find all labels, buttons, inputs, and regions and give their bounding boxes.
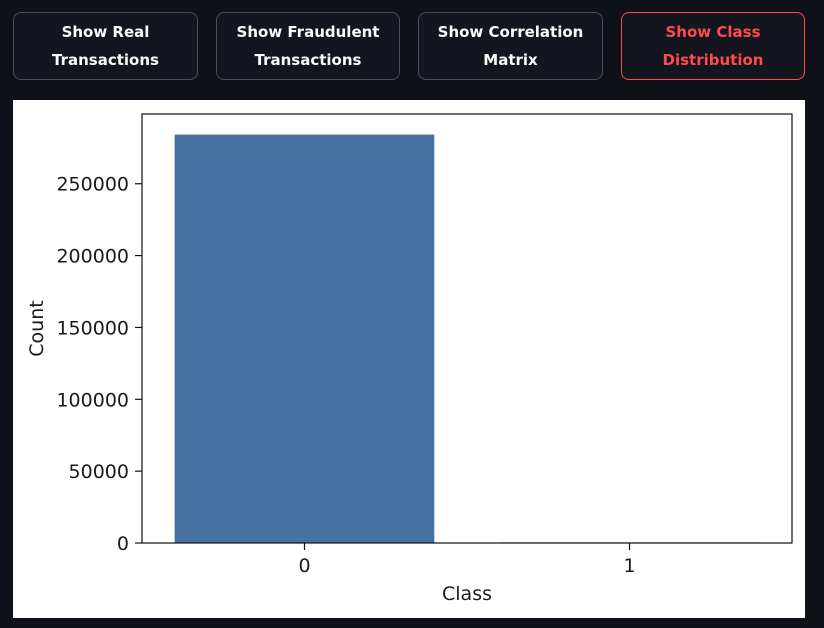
y-tick-label: 50000 — [69, 461, 129, 483]
show-correlation-matrix-button[interactable]: Show Correlation Matrix — [418, 12, 603, 80]
y-tick-label: 0 — [117, 533, 129, 555]
button-label-line1: Show Class — [665, 23, 761, 41]
x-tick-label: 0 — [298, 555, 310, 577]
y-axis: 0 50000 100000 150000 200000 250000 — [56, 174, 142, 555]
class-distribution-chart: 050000100000150000200000250000 01 Class … — [26, 113, 793, 605]
show-class-distribution-button[interactable]: Show Class Distribution — [621, 12, 805, 80]
bars-group — [174, 134, 760, 544]
button-label-line2: Distribution — [662, 51, 764, 69]
button-label-line1: Show Fraudulent — [236, 23, 380, 41]
x-axis: 01 — [298, 543, 636, 577]
chart-panel: 0 50000 100000 150000 200000 250000 01 Class … — [13, 100, 805, 618]
button-label-line1: Show Correlation — [437, 23, 584, 41]
y-tick-label: 100000 — [56, 389, 129, 411]
button-label-line2: Transactions — [52, 51, 159, 69]
button-row: Show Real Transactions Show Fraudulent T… — [0, 0, 824, 100]
button-label-line2: Transactions — [254, 51, 362, 69]
button-label-line2: Matrix — [483, 51, 538, 69]
show-real-transactions-button[interactable]: Show Real Transactions — [13, 12, 198, 80]
x-axis-label: Class — [442, 583, 492, 605]
show-fraudulent-transactions-button[interactable]: Show Fraudulent Transactions — [216, 12, 400, 80]
y-tick-label: 200000 — [56, 246, 129, 268]
y-axis-label: Count — [26, 300, 48, 356]
y-tick-label: 150000 — [56, 317, 129, 339]
button-label-line1: Show Real — [61, 23, 150, 41]
y-tick-label: 250000 — [56, 174, 129, 196]
x-tick-label: 1 — [623, 555, 635, 577]
bar-class-0 — [174, 134, 435, 544]
